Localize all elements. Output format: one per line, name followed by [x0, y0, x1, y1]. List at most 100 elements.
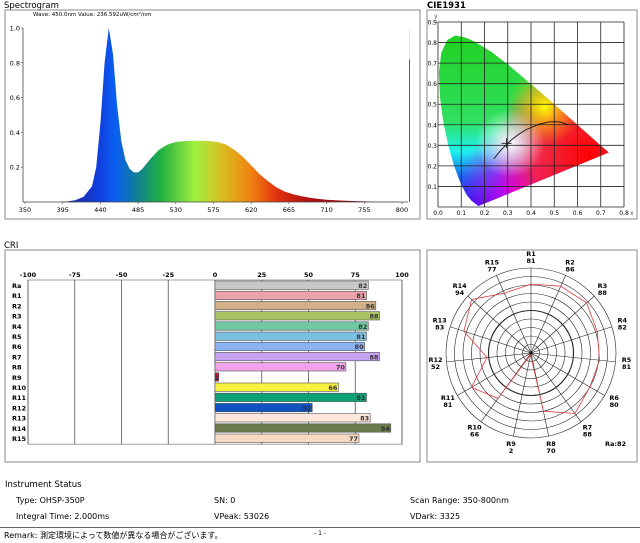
x-axis-label: x	[630, 210, 634, 217]
bar-value-label: 88	[370, 353, 380, 361]
x-tick-label: 350	[19, 206, 31, 214]
polar-value: 81	[622, 363, 632, 371]
cri-bar-R13	[214, 413, 371, 423]
gamut-color-layer	[438, 35, 609, 206]
y-tick-label: 0.3	[427, 143, 437, 150]
x-tick-label: 620	[245, 206, 257, 214]
y-tick-label: 0.2	[427, 163, 437, 170]
y-tick-label: 0.1	[427, 184, 437, 191]
x-tick-label: 710	[320, 206, 332, 214]
cri-bar-R7	[214, 352, 380, 362]
x-tick-label: -75	[69, 271, 81, 279]
cri-bar-R6	[214, 341, 365, 351]
bar-value-label: 82	[358, 282, 367, 290]
cri-polar-chart: R181 R286R388R482R581R680R788R870R92R1066…	[428, 250, 631, 455]
polar-center	[529, 351, 533, 355]
y-tick-label: 0.2	[10, 164, 20, 172]
polar-value: 2	[509, 447, 514, 455]
cri-bar-R1	[214, 290, 367, 300]
category-label: R7	[12, 353, 22, 361]
x-tick-label: 0.1	[456, 210, 466, 217]
x-tick-label: 0	[213, 271, 218, 279]
y-tick-label: 0.9	[427, 20, 437, 27]
category-label: R4	[12, 323, 22, 331]
bar-value-label: 83	[360, 415, 369, 423]
instrument-scan-range: Scan Range: 350-800nm	[410, 496, 509, 505]
x-tick-label: 0.3	[503, 210, 513, 217]
category-label: R13	[12, 415, 26, 423]
spectrogram-chart: 350 395 440 485 530 575 620 665 710 755 800 0.2 0.4 0…	[10, 25, 410, 214]
polar-value: 83	[435, 323, 444, 331]
bar-value-label: 81	[356, 292, 366, 300]
footer-remark: Remark: 測定環境によって数値が異なる場合がございます。	[4, 531, 223, 540]
polar-value: 81	[526, 257, 536, 265]
cie-chart: 0.0 0.1 0.2 0.3 0.4 0.5 0.6 0.7 0.8 x0.10.20.30.4…	[427, 13, 634, 217]
cri-bar-R15	[214, 433, 360, 443]
category-label: R1	[12, 292, 22, 300]
x-tick-label: 440	[94, 206, 106, 214]
instrument-sn: SN: 0	[214, 496, 236, 505]
cri-bar-R11	[214, 392, 367, 402]
bar-value-label: 80	[355, 343, 365, 351]
y-tick-label: 0.6	[10, 94, 20, 102]
instrument-integral-time: Integral Time: 2.000ms	[16, 512, 110, 521]
cri-bar-R3	[214, 311, 380, 321]
category-label: Ra	[12, 282, 21, 290]
cri-bar-R2	[214, 301, 377, 311]
x-tick-label: 0.2	[480, 210, 490, 217]
spectrogram-annotation: Wave: 450.0nm Value: 236.592uW/cm²/nm	[33, 11, 152, 18]
spectrum-area	[25, 28, 402, 202]
x-tick-label: 0.5	[549, 210, 559, 217]
chromaticity-gamut	[438, 35, 609, 206]
x-tick-label: 0.6	[573, 210, 583, 217]
x-tick-label: 0.7	[596, 210, 606, 217]
category-label: R15	[12, 435, 27, 443]
x-tick-label: 485	[132, 206, 144, 214]
bar-value-label: 94	[381, 425, 391, 433]
y-tick-label: 0.5	[427, 102, 437, 109]
polar-value: 88	[583, 431, 593, 439]
polar-value: 66	[470, 431, 480, 439]
y-tick-label: 0.8	[427, 40, 437, 47]
bar-value-label: 86	[366, 302, 376, 310]
category-label: R2	[12, 302, 22, 310]
footer-page-number: - 1 -	[314, 530, 326, 537]
y-tick-label: 0.6	[427, 81, 437, 88]
report-charts: Spectrogram CIE1931 CRI Wave: 450.0nm Va…	[4, 1, 638, 463]
bar-value-label: 66	[328, 384, 338, 392]
bar-value-label: 52	[302, 404, 311, 412]
category-label: R12	[12, 404, 26, 412]
polar-value: 70	[546, 447, 556, 455]
x-tick-label: 665	[283, 206, 295, 214]
y-tick-label: 0.4	[427, 122, 437, 129]
x-tick-label: 395	[56, 206, 68, 214]
bar-value-label: 82	[358, 323, 367, 331]
bar-value-label: 88	[370, 313, 380, 321]
category-label: R10	[12, 384, 27, 392]
bar-value-label: 81	[356, 333, 366, 341]
x-tick-label: 755	[358, 206, 370, 214]
polar-spoke	[530, 295, 595, 354]
x-tick-label: 0.4	[526, 210, 536, 217]
bar-value-label: 77	[349, 435, 358, 443]
cri-bar-R8	[214, 362, 347, 372]
x-tick-label: 800	[396, 206, 408, 214]
polar-value: 86	[566, 265, 576, 273]
polar-value: 94	[455, 289, 465, 297]
instrument-status-title: Instrument Status	[5, 480, 82, 490]
x-tick-label: -100	[20, 271, 37, 279]
category-label: R14	[12, 425, 27, 433]
category-label: R5	[12, 333, 22, 341]
bar-value-label: 2	[214, 374, 219, 382]
bar-value-label: 70	[336, 364, 346, 372]
polar-value: 88	[598, 289, 608, 297]
category-label: R11	[12, 394, 27, 402]
x-tick-label: 575	[207, 206, 219, 214]
x-tick-label: 530	[170, 206, 182, 214]
category-label: R8	[12, 364, 22, 372]
ra-summary: Ra:82	[605, 440, 626, 448]
footer-divider	[0, 527, 640, 528]
polar-value: 81	[443, 401, 453, 409]
category-label: R3	[12, 313, 22, 321]
x-tick-label: 50	[304, 271, 314, 279]
